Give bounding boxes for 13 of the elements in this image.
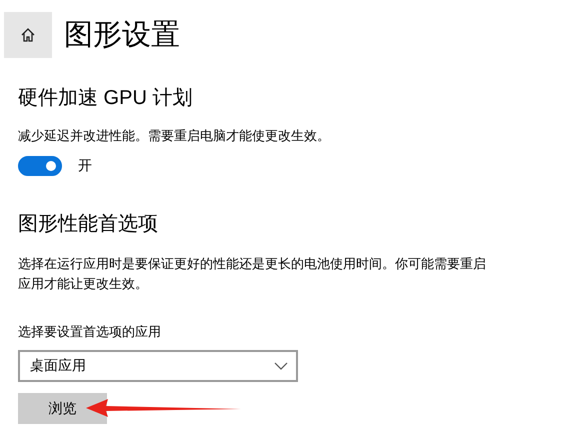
home-icon	[20, 27, 36, 43]
section-heading: 图形性能首选项	[18, 212, 159, 236]
browse-button[interactable]: 浏览	[18, 392, 107, 424]
dropdown-label: 选择要设置首选项的应用	[18, 323, 162, 341]
toggle-label: 开	[78, 156, 92, 175]
app-type-dropdown[interactable]: 桌面应用	[18, 350, 298, 382]
toggle-switch[interactable]	[18, 156, 62, 176]
home-button[interactable]	[4, 12, 52, 58]
description-text: 减少延迟并改进性能。需要重启电脑才能使更改生效。	[18, 127, 331, 145]
page-title: 图形设置	[64, 20, 180, 50]
description-text: 选择在运行应用时是要保证更好的性能还是更长的电池使用时间。你可能需要重启应用才能让更改生效。	[18, 255, 487, 293]
section-heading: 硬件加速 GPU 计划	[18, 86, 194, 110]
chevron-down-icon	[274, 362, 288, 370]
